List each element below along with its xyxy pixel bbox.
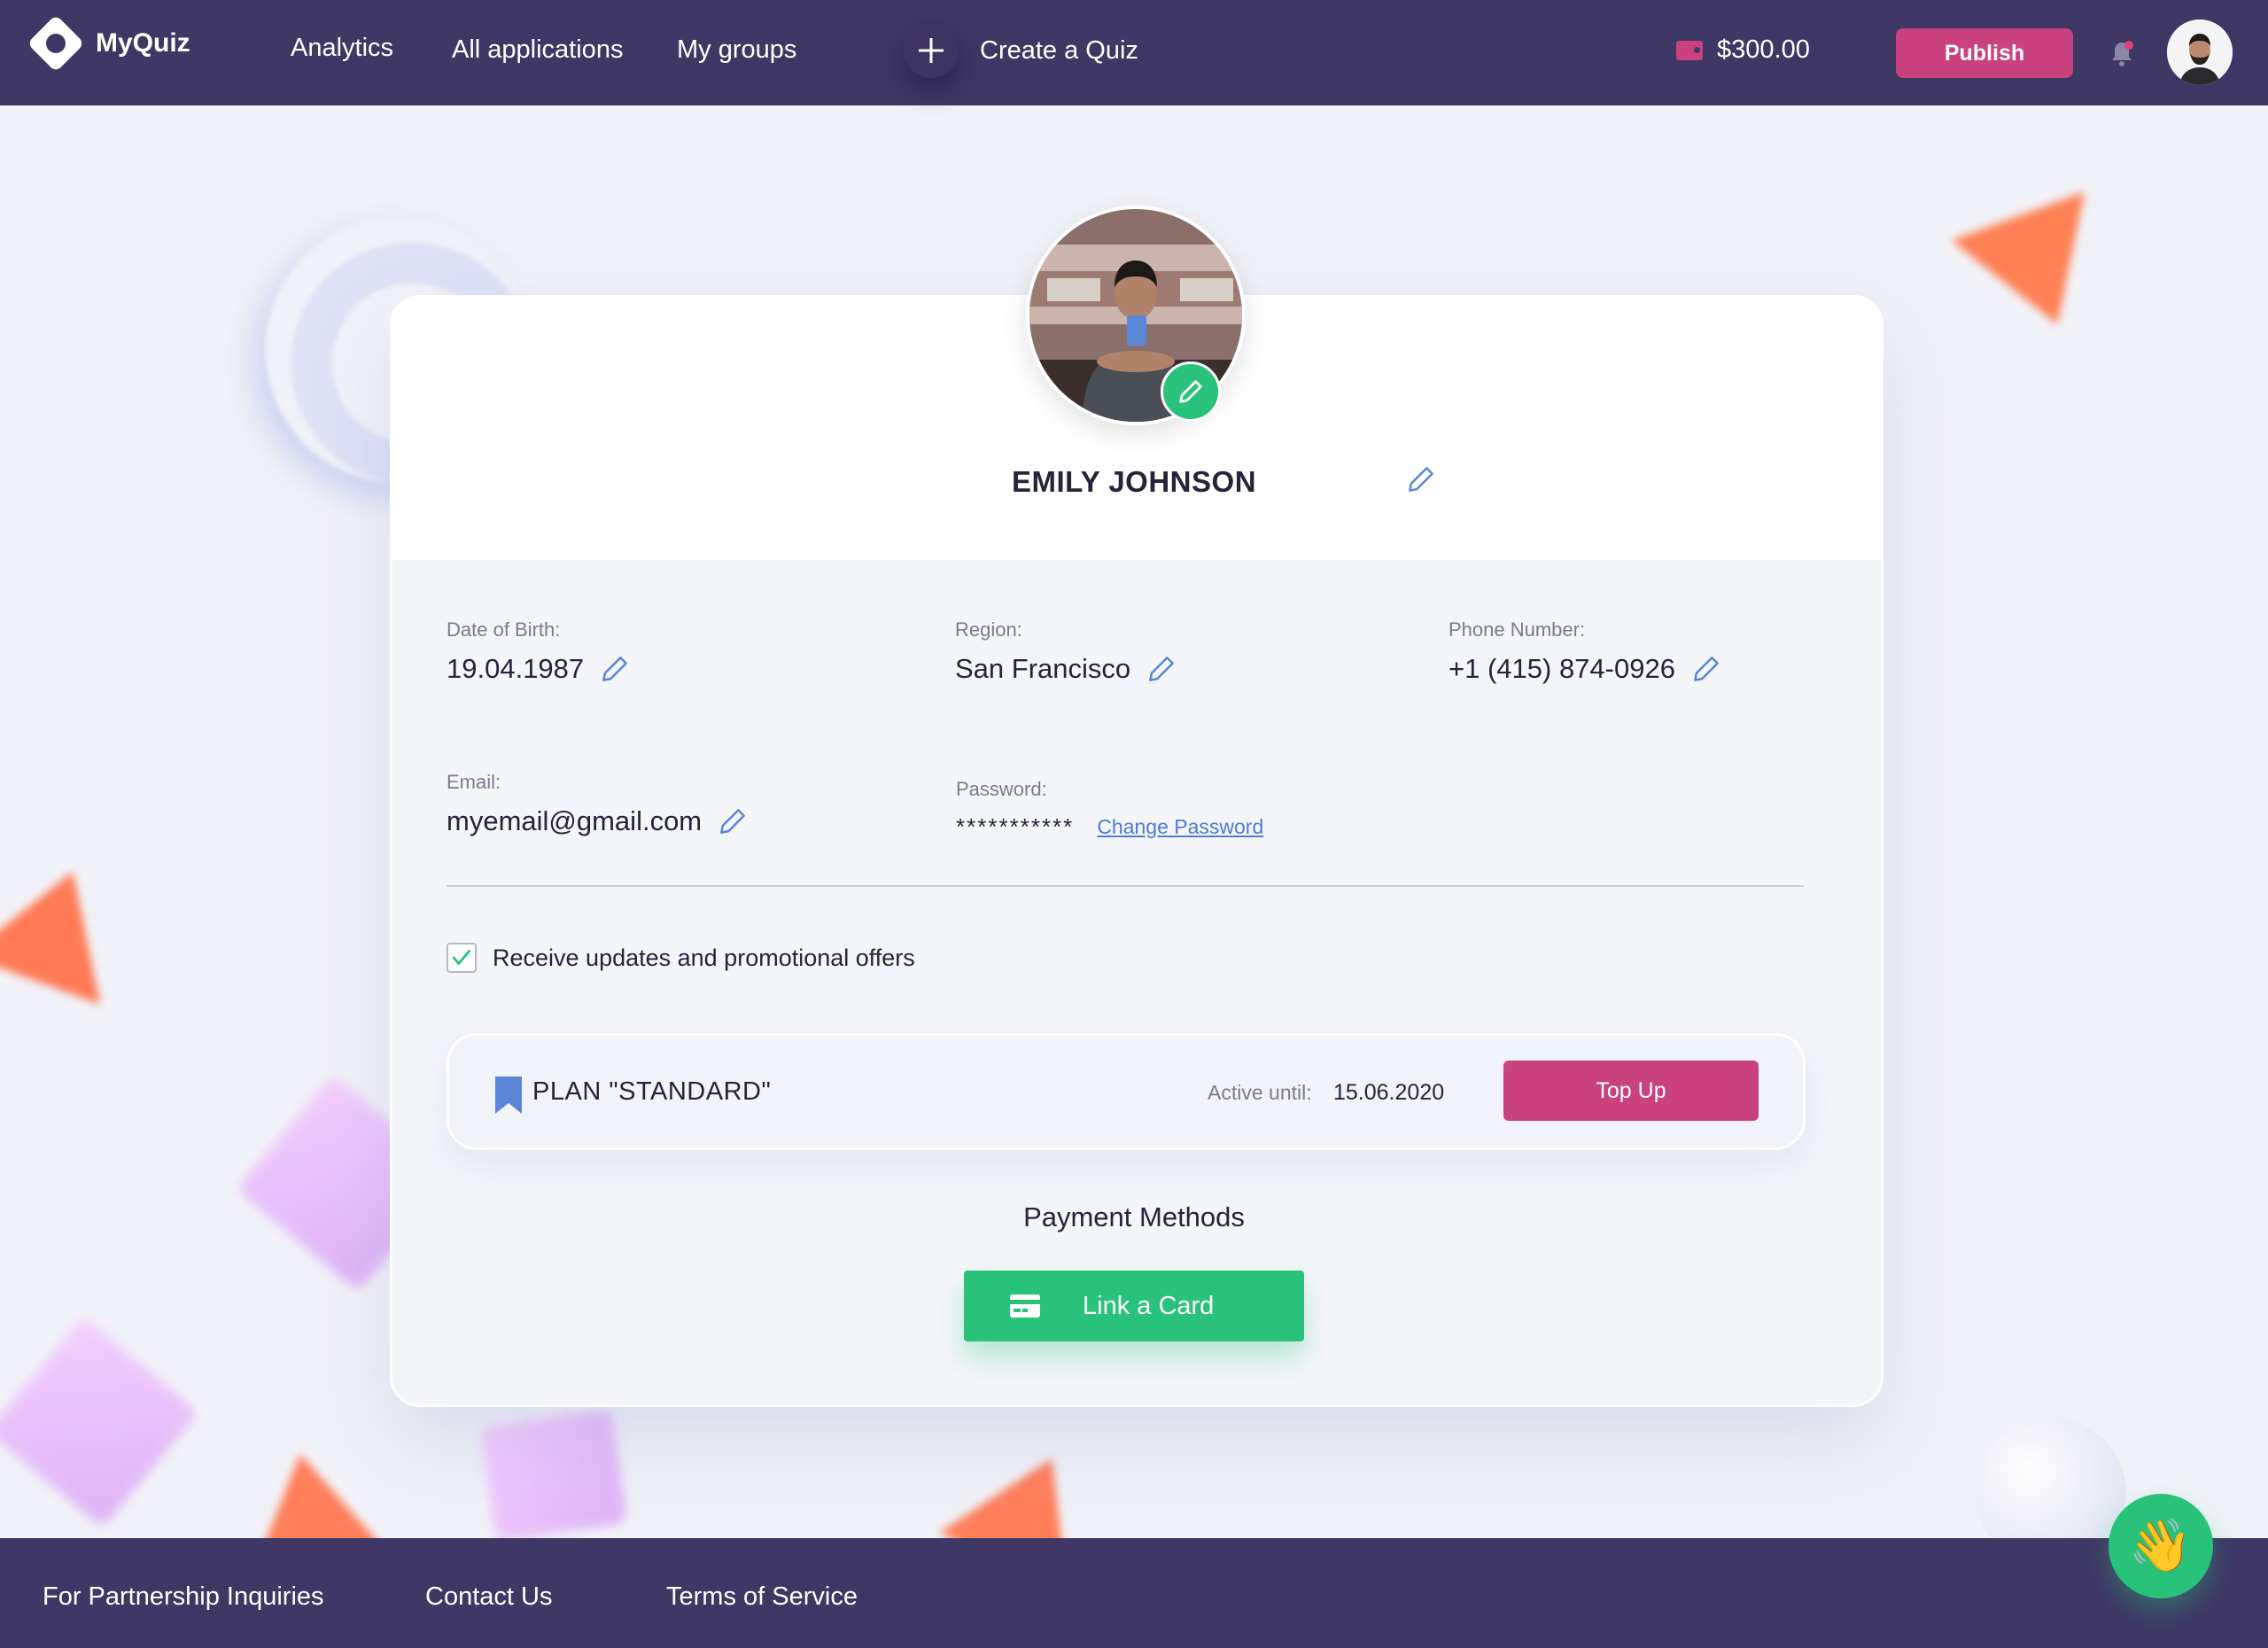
bookmark-icon [495, 1077, 522, 1114]
waving-hand-icon: 👋 [2128, 1517, 2194, 1574]
change-password-link[interactable]: Change Password [1097, 815, 1263, 839]
wallet-balance[interactable]: $300.00 [1676, 35, 1810, 65]
field-label: Password: [956, 778, 1047, 800]
logo-icon [27, 14, 85, 73]
plan-panel: PLAN "STANDARD" Active until: 15.06.2020… [447, 1033, 1806, 1150]
edit-name-pencil-icon[interactable] [1404, 463, 1438, 496]
plan-active-date: 15.06.2020 [1333, 1080, 1445, 1105]
field-date-of-birth: Date of Birth: 19.04.1987 [447, 618, 632, 686]
top-navigation: MyQuiz Analytics All applications My gro… [0, 0, 2268, 105]
link-card-label: Link a Card [1083, 1291, 1215, 1320]
chat-support-button[interactable]: 👋 [2109, 1494, 2213, 1598]
nav-link-analytics[interactable]: Analytics [291, 34, 393, 63]
field-value: San Francisco [955, 653, 1131, 684]
balance-amount: $300.00 [1717, 35, 1810, 64]
field-label: Date of Birth: [447, 618, 561, 641]
field-phone-number: Phone Number: +1 (415) 874-0926 [1449, 618, 1723, 686]
wallet-icon [1676, 40, 1703, 60]
footer-link-contact[interactable]: Contact Us [425, 1582, 552, 1612]
footer-link-partnership[interactable]: For Partnership Inquiries [43, 1582, 324, 1612]
edit-region-pencil-icon[interactable] [1145, 652, 1178, 686]
credit-card-icon [1010, 1294, 1040, 1318]
link-card-button[interactable]: Link a Card [964, 1271, 1304, 1341]
password-masked: *********** [956, 813, 1075, 840]
edit-photo-button[interactable] [1161, 361, 1221, 422]
user-name: EMILY JOHNSON [1011, 465, 1257, 498]
footer: For Partnership Inquiries Contact Us Ter… [0, 1538, 2268, 1648]
field-value: +1 (415) 874-0926 [1449, 653, 1675, 684]
edit-email-pencil-icon[interactable] [716, 805, 750, 838]
logo-text: MyQuiz [96, 28, 190, 58]
field-label: Email: [447, 771, 501, 793]
payment-methods-title: Payment Methods [1023, 1201, 1245, 1232]
footer-link-terms[interactable]: Terms of Service [666, 1582, 858, 1612]
promo-checkbox-row[interactable]: Receive updates and promotional offers [447, 943, 915, 973]
field-label: Region: [955, 618, 1022, 641]
plan-active-label: Active until: [1208, 1081, 1312, 1104]
nav-link-my-groups[interactable]: My groups [677, 35, 796, 65]
field-label: Phone Number: [1449, 618, 1586, 641]
decorative-triangle [0, 847, 140, 1005]
edit-phone-pencil-icon[interactable] [1689, 652, 1723, 686]
plan-name: PLAN "STANDARD" [532, 1077, 772, 1106]
decorative-cube [0, 1316, 199, 1528]
plus-icon [904, 23, 959, 78]
create-quiz-label: Create a Quiz [980, 35, 1138, 65]
decorative-cube [479, 1409, 628, 1542]
field-email: Email: myemail@gmail.com [447, 771, 750, 838]
divider [447, 885, 1804, 887]
field-value: myemail@gmail.com [447, 805, 703, 836]
user-avatar[interactable] [2167, 19, 2233, 85]
top-up-button[interactable]: Top Up [1503, 1061, 1759, 1121]
field-value: 19.04.1987 [447, 653, 585, 684]
promo-checkbox[interactable] [447, 943, 477, 973]
edit-dob-pencil-icon[interactable] [598, 652, 632, 686]
bell-icon[interactable] [2107, 39, 2137, 69]
logo[interactable]: MyQuiz [27, 14, 190, 73]
profile-card [390, 295, 1884, 1407]
publish-button[interactable]: Publish [1896, 28, 2073, 78]
create-quiz-button[interactable]: Create a Quiz [904, 23, 1138, 78]
pencil-icon [1179, 380, 1202, 403]
checkmark-icon [452, 950, 471, 965]
field-region: Region: San Francisco [955, 618, 1178, 686]
promo-checkbox-label: Receive updates and promotional offers [493, 944, 915, 971]
field-password: Password: *********** Change Password [956, 778, 1263, 841]
nav-link-all-applications[interactable]: All applications [452, 35, 623, 65]
avatar-image [2167, 19, 2233, 85]
decorative-triangle [1951, 191, 2124, 349]
